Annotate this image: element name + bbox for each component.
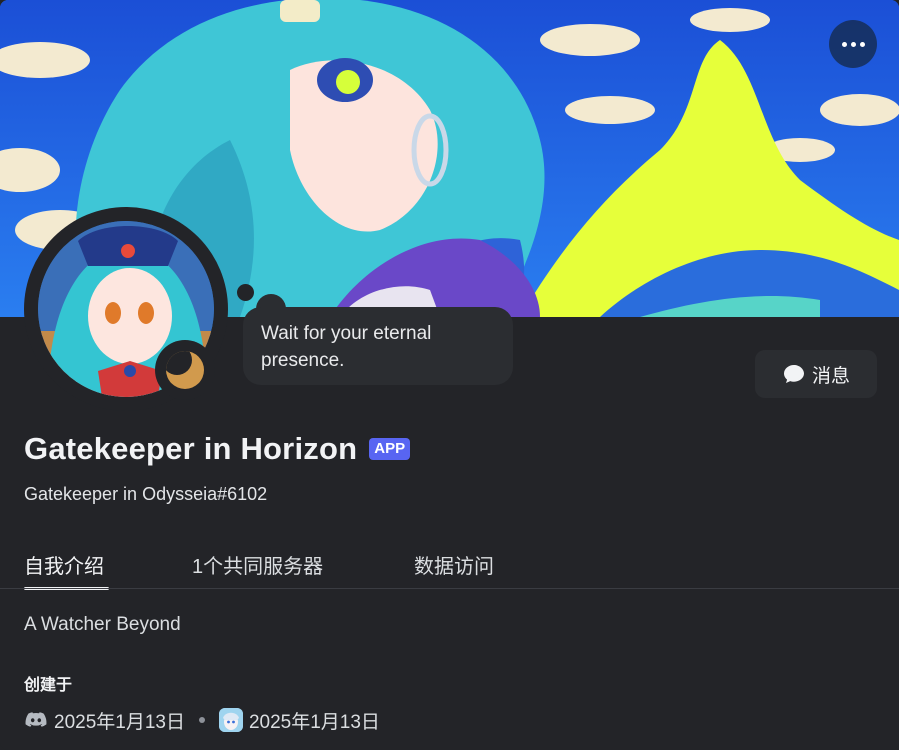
more-options-button[interactable] [829,20,877,68]
discord-join-date: 2025年1月13日 [54,711,185,733]
profile-modal: Wait for your eternal presence. 消息 Gatek… [0,0,899,750]
created-on-row: 2025年1月13日 2025年1月13日 [24,706,380,734]
message-button[interactable]: 消息 [755,350,877,398]
discord-icon [25,712,47,727]
ellipsis-dot [859,41,865,47]
ellipsis-dot [850,41,856,47]
app-badge: APP [369,438,411,460]
tabs-divider [0,588,899,589]
server-avatar-icon [218,708,243,732]
name-row: Gatekeeper in Horizon APP [24,428,411,470]
custom-status-bubble: Wait for your eternal presence. [243,307,513,385]
bubble-tail-small [237,284,254,301]
tab-data-access[interactable]: 数据访问 [414,550,494,579]
server-avatar-image [218,708,243,732]
tab-mutual-servers[interactable]: 1个共同服务器 [192,550,323,579]
bio-text: A Watcher Beyond [24,614,181,635]
message-button-label: 消息 [811,365,850,387]
display-name: Gatekeeper in Horizon [24,431,358,466]
ellipsis-icon [841,41,847,47]
custom-status-text: Wait for your eternal presence. [261,323,432,371]
username: Gatekeeper in Odysseia#6102 [24,484,268,504]
tab-about-me[interactable]: 自我介绍 [24,550,104,579]
created-on-heading: 创建于 [24,677,73,694]
separator-dot [198,717,205,723]
moon-cutout [166,351,192,375]
server-join-date: 2025年1月13日 [248,711,380,733]
idle-moon-icon [166,351,204,389]
chat-bubble-icon [783,365,804,383]
